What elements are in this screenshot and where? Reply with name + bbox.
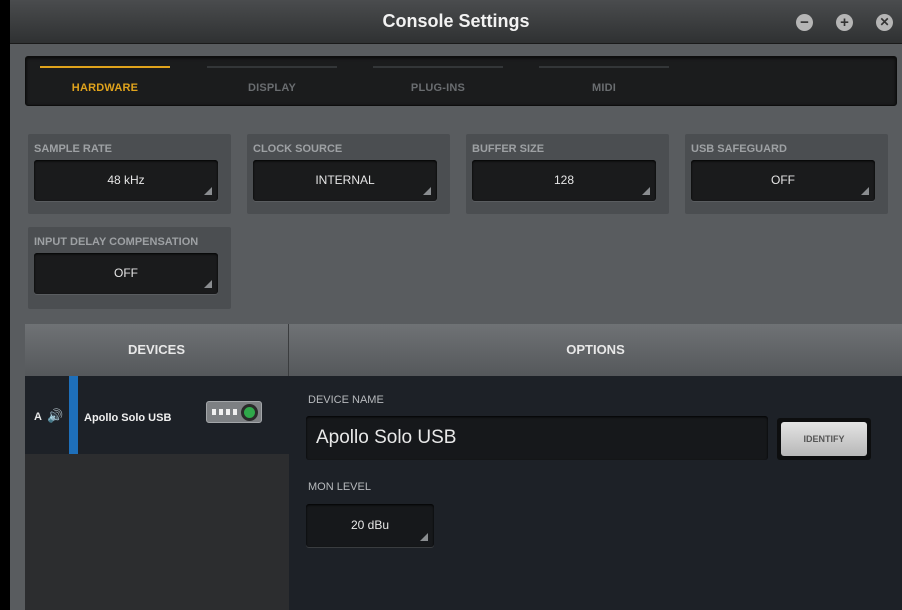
- tab-plug-ins[interactable]: PLUG-INS: [373, 57, 503, 105]
- tab-display[interactable]: DISPLAY: [207, 57, 337, 105]
- title-bar[interactable]: Console Settings − + ✕: [10, 0, 902, 44]
- selection-indicator: [69, 376, 78, 454]
- dropdown-corner-icon: [423, 187, 431, 195]
- close-icon[interactable]: ✕: [876, 14, 893, 31]
- devices-header: DEVICES: [25, 324, 289, 376]
- clock-source-value: INTERNAL: [315, 173, 375, 187]
- device-letter: A: [34, 411, 42, 423]
- device-name: Apollo Solo USB: [84, 412, 172, 424]
- dropdown-corner-icon: [861, 187, 869, 195]
- buffer-size-value: 128: [553, 173, 575, 187]
- speaker-icon[interactable]: 🔊: [47, 408, 63, 424]
- mon-level-dropdown[interactable]: 20 dBu: [306, 504, 434, 547]
- tab-label: PLUG-INS: [410, 82, 466, 94]
- tab-indicator: [373, 66, 503, 68]
- buffer-size-setting: BUFFER SIZE 128: [466, 134, 669, 214]
- buffer-size-dropdown[interactable]: 128: [472, 160, 656, 201]
- device-row[interactable]: A 🔊 Apollo Solo USB: [25, 376, 289, 454]
- device-meter-icon: [212, 409, 238, 415]
- dropdown-corner-icon: [642, 187, 650, 195]
- mon-level-value: 20 dBu: [350, 518, 390, 532]
- minimize-icon[interactable]: −: [796, 14, 813, 31]
- device-name-label: DEVICE NAME: [308, 394, 384, 406]
- sample-rate-label: SAMPLE RATE: [34, 143, 113, 155]
- mon-level-label: MON LEVEL: [308, 481, 371, 493]
- usb-safeguard-setting: USB SAFEGUARD OFF: [685, 134, 888, 214]
- console-settings-window: Console Settings − + ✕ HARDWARE DISPLAY …: [10, 0, 902, 610]
- options-panel: DEVICE NAME Apollo Solo USB IDENTIFY MON…: [289, 376, 902, 610]
- devices-list: A 🔊 Apollo Solo USB: [25, 376, 289, 610]
- input-delay-compensation-value: OFF: [114, 266, 138, 280]
- tab-label: HARDWARE: [71, 82, 139, 94]
- usb-safeguard-dropdown[interactable]: OFF: [691, 160, 875, 201]
- input-delay-compensation-setting: INPUT DELAY COMPENSATION OFF: [28, 227, 231, 309]
- tab-indicator: [539, 66, 669, 68]
- clock-source-dropdown[interactable]: INTERNAL: [253, 160, 437, 201]
- device-name-field[interactable]: Apollo Solo USB: [306, 416, 768, 460]
- input-delay-compensation-label: INPUT DELAY COMPENSATION: [34, 236, 199, 248]
- tab-label: DISPLAY: [247, 82, 297, 94]
- sample-rate-value: 48 kHz: [107, 173, 145, 187]
- tab-midi[interactable]: MIDI: [539, 57, 669, 105]
- tab-bar: HARDWARE DISPLAY PLUG-INS MIDI: [25, 56, 897, 106]
- clock-source-setting: CLOCK SOURCE INTERNAL: [247, 134, 450, 214]
- sample-rate-setting: SAMPLE RATE 48 kHz: [28, 134, 231, 214]
- tab-indicator: [40, 66, 170, 68]
- input-delay-compensation-dropdown[interactable]: OFF: [34, 253, 218, 294]
- dropdown-corner-icon: [204, 187, 212, 195]
- maximize-icon[interactable]: +: [836, 14, 853, 31]
- dropdown-corner-icon: [420, 533, 428, 541]
- identify-button[interactable]: IDENTIFY: [777, 418, 871, 460]
- clock-source-label: CLOCK SOURCE: [253, 143, 343, 155]
- sample-rate-dropdown[interactable]: 48 kHz: [34, 160, 218, 201]
- tab-label: MIDI: [591, 82, 617, 94]
- dropdown-corner-icon: [204, 280, 212, 288]
- tab-hardware[interactable]: HARDWARE: [40, 57, 170, 105]
- options-header: OPTIONS: [289, 324, 902, 376]
- usb-safeguard-label: USB SAFEGUARD: [691, 143, 787, 155]
- window-title: Console Settings: [382, 11, 530, 31]
- usb-safeguard-value: OFF: [771, 173, 795, 187]
- buffer-size-label: BUFFER SIZE: [472, 143, 545, 155]
- identify-button-label: IDENTIFY: [781, 422, 867, 456]
- device-knob-icon: [241, 404, 258, 421]
- tab-indicator: [207, 66, 337, 68]
- apollo-device-icon: [206, 401, 262, 423]
